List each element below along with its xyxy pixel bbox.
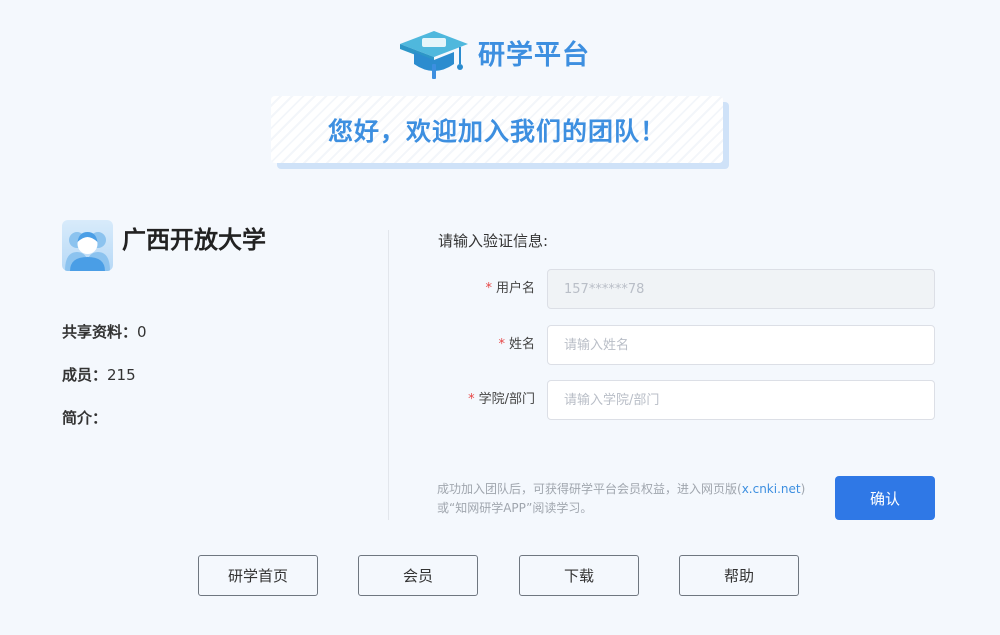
notice-text-before: 成功加入团队后，可获得研学平台会员权益，进入网页版( — [437, 482, 742, 496]
cnki-link[interactable]: x.cnki.net — [742, 482, 801, 496]
team-avatar-icon — [65, 232, 110, 271]
shared-resources-stat: 共享资料：0 — [62, 321, 147, 342]
team-name: 广西开放大学 — [122, 226, 266, 254]
download-button[interactable]: 下载 — [519, 555, 639, 596]
form-title: 请输入验证信息: — [438, 232, 549, 250]
team-avatar — [62, 220, 113, 271]
username-label: * 用户名 — [485, 281, 535, 296]
welcome-banner: 您好，欢迎加入我们的团队！ — [271, 96, 729, 169]
members-label: 成员： — [62, 366, 108, 384]
required-mark: * — [485, 281, 492, 296]
intro-stat: 简介： — [62, 407, 107, 428]
banner-box: 您好，欢迎加入我们的团队！ — [271, 96, 723, 163]
members-value: 215 — [107, 366, 136, 384]
banner-text: 您好，欢迎加入我们的团队！ — [327, 116, 666, 146]
name-row: * 姓名 — [430, 325, 935, 365]
graduation-cap-icon — [400, 31, 468, 79]
logo[interactable]: 研学平台 — [398, 24, 590, 82]
shared-resources-value: 0 — [137, 323, 147, 341]
member-button[interactable]: 会员 — [358, 555, 478, 596]
logo-text: 研学平台 — [478, 39, 590, 71]
help-button[interactable]: 帮助 — [679, 555, 799, 596]
department-label: * 学院/部门 — [468, 392, 535, 407]
confirm-button[interactable]: 确认 — [835, 476, 935, 520]
name-label: * 姓名 — [498, 337, 535, 352]
vertical-divider — [388, 230, 389, 520]
shared-resources-label: 共享资料： — [62, 323, 138, 341]
department-input[interactable] — [547, 380, 935, 420]
department-row: * 学院/部门 — [430, 380, 935, 420]
name-input[interactable] — [547, 325, 935, 365]
members-stat: 成员：215 — [62, 364, 136, 385]
username-input[interactable] — [547, 269, 935, 309]
required-mark: * — [468, 392, 475, 407]
home-button[interactable]: 研学首页 — [198, 555, 318, 596]
username-row: * 用户名 — [430, 269, 935, 309]
join-notice: 成功加入团队后，可获得研学平台会员权益，进入网页版(x.cnki.net)或“知… — [437, 480, 807, 518]
required-mark: * — [498, 337, 505, 352]
intro-label: 简介： — [62, 409, 108, 427]
